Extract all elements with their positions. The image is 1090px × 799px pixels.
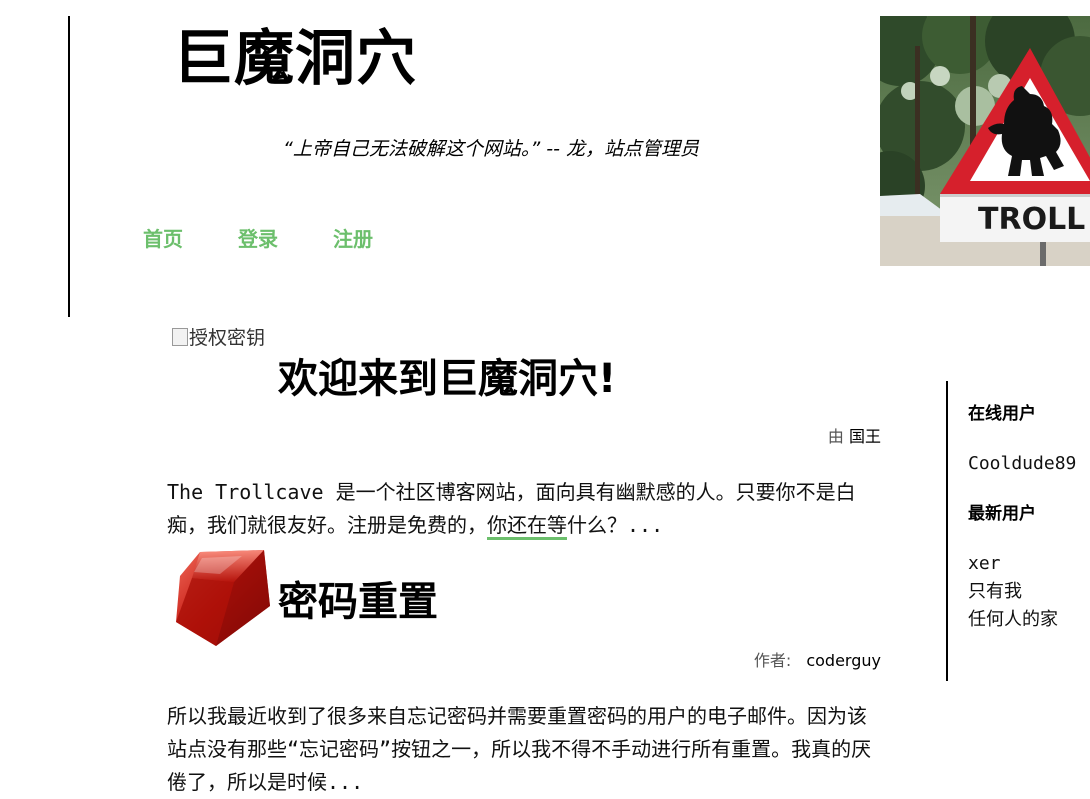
troll-sign-image: TROLL	[880, 16, 1090, 266]
read-more-link[interactable]: 什么？...	[567, 513, 663, 537]
sidebar-divider	[946, 381, 948, 681]
site-tagline: “上帝自己无法破解这个网站。” -- 龙，站点管理员	[283, 138, 699, 160]
byline-label: 作者:	[753, 651, 792, 670]
post-author-link[interactable]: 国王	[849, 427, 881, 446]
post-excerpt: The Trollcave 是一个社区博客网站，面向具有幽默感的人。只要你不是白…	[167, 476, 872, 542]
ruby-icon	[172, 548, 272, 648]
nav-register-link[interactable]: 注册	[333, 225, 373, 253]
excerpt-highlight: 你还在等	[487, 513, 567, 540]
post-excerpt: 所以我最近收到了很多来自忘记密码并需要重置密码的用户的电子邮件。因为该站点没有那…	[167, 704, 872, 794]
broken-image-placeholder: 授权密钥	[172, 323, 272, 353]
newest-users-heading: 最新用户	[968, 504, 1036, 524]
main-nav: 首页 登录 注册	[143, 225, 373, 253]
newest-user-link[interactable]: 任何人的家	[968, 609, 1058, 630]
post-title-welcome[interactable]: 欢迎来到巨魔洞穴!	[278, 351, 616, 407]
byline-label: 由	[827, 427, 844, 446]
broken-image-icon	[172, 328, 188, 346]
sidebar: 在线用户 Cooldude89 最新用户 xer 只有我 任何人的家	[968, 400, 1090, 634]
post-author-link[interactable]: coderguy	[806, 651, 881, 670]
online-user-link[interactable]: Cooldude89	[968, 453, 1076, 474]
sign-label: TROLL	[978, 202, 1085, 237]
online-users-list: Cooldude89	[968, 450, 1090, 478]
nav-home-link[interactable]: 首页	[143, 225, 183, 253]
nav-login-link[interactable]: 登录	[238, 225, 278, 253]
site-title[interactable]: 巨魔洞穴	[173, 20, 417, 98]
online-users-heading: 在线用户	[968, 404, 1036, 424]
broken-image-alt-text: 授权密钥	[189, 327, 266, 349]
post-title-password-reset[interactable]: 密码重置	[278, 574, 438, 630]
post-byline: 作者: coderguy	[754, 650, 881, 672]
newest-user-link[interactable]: xer	[968, 553, 1001, 574]
newest-users-list: xer 只有我 任何人的家	[968, 550, 1090, 634]
header-divider	[68, 16, 70, 317]
post-byline: 由 国王	[828, 426, 881, 448]
newest-user-link[interactable]: 只有我	[968, 581, 1022, 602]
